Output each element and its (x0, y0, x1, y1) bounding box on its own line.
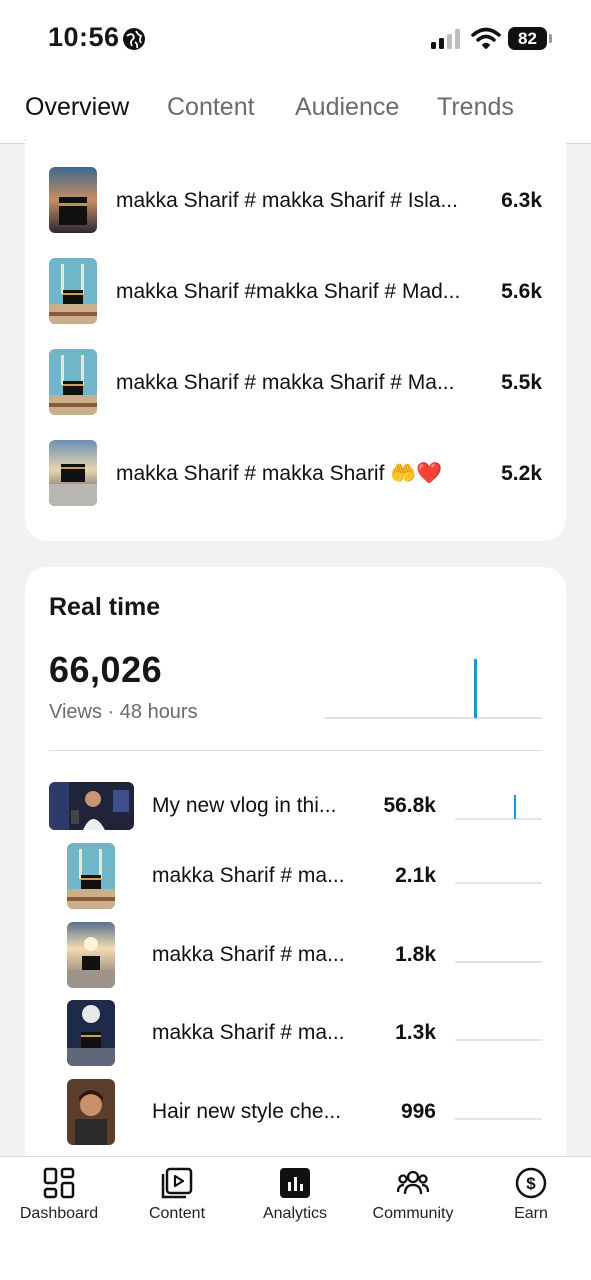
video-title: makka Sharif # makka Sharif # Ma... (116, 371, 455, 394)
video-views: 5.6k (501, 280, 542, 303)
video-title: makka Sharif # ma... (152, 943, 345, 966)
nav-content[interactable]: Content (118, 1157, 236, 1237)
sparkline (455, 882, 542, 884)
video-views: 5.2k (501, 462, 542, 485)
video-views: 5.5k (501, 371, 542, 394)
list-item[interactable]: makka Sharif # makka Sharif # Isla... 6.… (25, 167, 566, 235)
battery-level: 82 (508, 27, 547, 50)
dashboard-icon (43, 1167, 75, 1199)
nav-community[interactable]: Community (354, 1157, 472, 1237)
nav-label: Content (148, 1205, 206, 1222)
video-views: 996 (400, 1100, 436, 1123)
list-item[interactable]: makka Sharif # makka Sharif 🤲❤️ 5.2k (25, 440, 566, 508)
divider (49, 750, 542, 751)
sparkline (455, 961, 542, 963)
video-title: makka Sharif # makka Sharif 🤲❤️ (116, 462, 443, 485)
tab-overview[interactable]: Overview (25, 93, 129, 122)
svg-text:$: $ (526, 1174, 536, 1193)
sparkline (455, 1039, 542, 1041)
sparkline-spike (514, 795, 516, 819)
video-thumbnail (49, 349, 97, 415)
battery-icon: 82 (508, 27, 552, 51)
video-views: 56.8k (383, 794, 436, 817)
video-thumbnail (49, 782, 134, 830)
realtime-item[interactable]: makka Sharif # ma... 2.1k (25, 843, 566, 913)
top-content-card: makka Sharif # makka Sharif # Isla... 6.… (25, 120, 566, 541)
sparkline (455, 1118, 542, 1120)
chart-bar-spike (474, 659, 477, 718)
wifi-icon (471, 27, 501, 49)
nav-label: Dashboard (19, 1205, 99, 1222)
bottom-nav: Dashboard Content Analytics Community $ … (0, 1156, 591, 1280)
video-views: 2.1k (395, 864, 436, 887)
list-item[interactable]: makka Sharif #makka Sharif # Mad... 5.6k (25, 258, 566, 326)
tab-audience[interactable]: Audience (295, 93, 399, 122)
content-icon (161, 1167, 193, 1199)
video-title: My new vlog in thi... (152, 794, 337, 817)
nav-label: Analytics (262, 1205, 328, 1222)
nav-earn[interactable]: $ Earn (472, 1157, 590, 1237)
realtime-card[interactable]: Real time 66,026 Views · 48 hours My new… (25, 567, 566, 1207)
video-thumbnail (67, 1079, 115, 1145)
nav-analytics[interactable]: Analytics (236, 1157, 354, 1237)
nav-label: Earn (514, 1205, 548, 1222)
realtime-item[interactable]: Hair new style che... 996 (25, 1079, 566, 1149)
nav-dashboard[interactable]: Dashboard (0, 1157, 118, 1237)
video-thumbnail (67, 843, 115, 909)
status-time: 10:56 (48, 22, 120, 52)
video-title: makka Sharif # makka Sharif # Isla... (116, 189, 458, 212)
realtime-chart (324, 659, 542, 719)
realtime-views-count: 66,026 (49, 649, 163, 690)
realtime-subtitle: Views · 48 hours (49, 701, 198, 723)
status-bar: 10:56 82 (0, 0, 591, 80)
realtime-item[interactable]: makka Sharif # ma... 1.8k (25, 922, 566, 992)
sparkline (455, 795, 542, 820)
video-title: makka Sharif # ma... (152, 864, 345, 887)
realtime-item[interactable]: makka Sharif # ma... 1.3k (25, 1000, 566, 1070)
video-thumbnail (49, 167, 97, 233)
video-thumbnail (49, 440, 97, 506)
globe-icon (123, 28, 145, 50)
realtime-item[interactable]: My new vlog in thi... 56.8k (25, 782, 566, 852)
video-thumbnail (67, 1000, 115, 1066)
list-item[interactable]: makka Sharif # makka Sharif # Ma... 5.5k (25, 349, 566, 417)
video-thumbnail (49, 258, 97, 324)
video-views: 1.8k (395, 943, 436, 966)
video-thumbnail (67, 922, 115, 988)
video-title: makka Sharif # ma... (152, 1021, 345, 1044)
tab-trends[interactable]: Trends (437, 93, 514, 122)
video-views: 6.3k (501, 189, 542, 212)
video-title: Hair new style che... (152, 1100, 342, 1123)
signal-icon (431, 29, 460, 49)
video-views: 1.3k (395, 1021, 436, 1044)
video-title: makka Sharif #makka Sharif # Mad... (116, 280, 461, 303)
analytics-icon (280, 1168, 310, 1198)
earn-icon: $ (515, 1167, 547, 1199)
nav-label: Community (372, 1205, 454, 1222)
community-icon (397, 1170, 429, 1195)
realtime-title: Real time (49, 593, 161, 621)
tab-content[interactable]: Content (167, 93, 255, 122)
